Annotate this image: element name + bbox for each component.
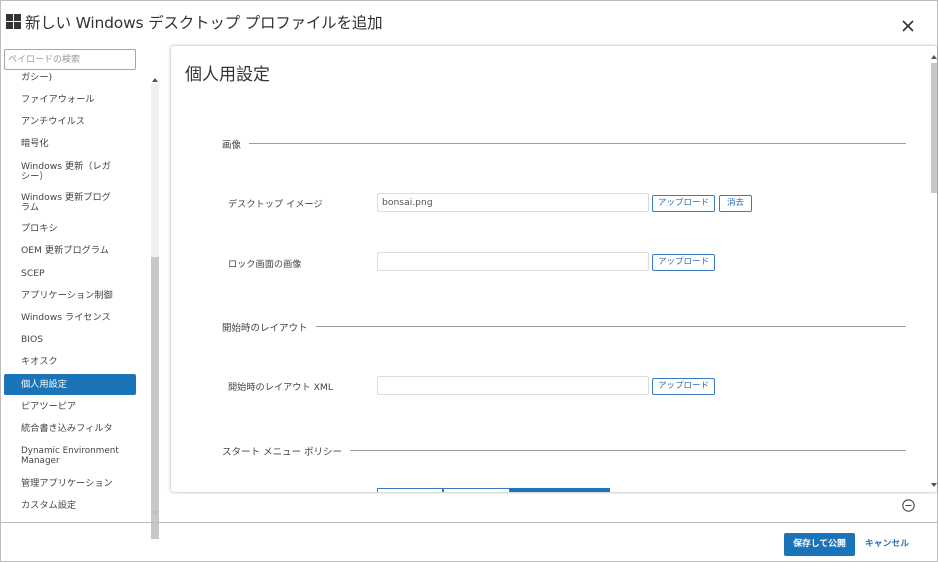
- dialog-title: 新しい Windows デスクトップ プロファイルを追加: [25, 14, 383, 32]
- dialog-header: 新しい Windows デスクトップ プロファイルを追加: [1, 1, 937, 45]
- sidebar-item-proxy[interactable]: プロキシ: [4, 224, 136, 236]
- scroll-down-arrow-icon[interactable]: [931, 483, 937, 487]
- section-divider: [222, 143, 906, 144]
- section-start-menu-policy: スタート メニュー ポリシー: [222, 444, 906, 458]
- profile-dialog: 新しい Windows デスクトップ プロファイルを追加 ガシー) ファイアウォ…: [0, 0, 938, 562]
- lock-image-upload-button[interactable]: アップロード: [652, 254, 715, 271]
- scroll-thumb[interactable]: [151, 257, 159, 539]
- segment-option-1[interactable]: [377, 488, 443, 492]
- section-label: 画像: [222, 137, 250, 151]
- sidebar-item-management-apps[interactable]: 管理アプリケーション: [4, 479, 136, 491]
- start-layout-field[interactable]: [377, 376, 649, 395]
- scroll-up-arrow-icon[interactable]: [152, 78, 158, 82]
- start-layout-upload-button[interactable]: アップロード: [652, 378, 715, 395]
- sidebar-item-bios[interactable]: BIOS: [4, 335, 136, 347]
- sidebar-item-oem-updates[interactable]: OEM 更新プログラム: [4, 246, 136, 258]
- sidebar-item-windows-update[interactable]: Windows 更新プログラム: [4, 193, 136, 215]
- sidebar-item-legacy[interactable]: ガシー): [4, 73, 136, 85]
- content-scrollbar[interactable]: [930, 53, 938, 490]
- sidebar-item-kiosk[interactable]: キオスク: [4, 357, 136, 369]
- windows-logo-icon: [6, 14, 21, 29]
- save-and-publish-button[interactable]: 保存して公開: [784, 533, 855, 556]
- sidebar-item-custom-settings[interactable]: カスタム設定: [4, 501, 136, 513]
- lock-image-label: ロック画面の画像: [228, 259, 302, 270]
- cancel-button[interactable]: キャンセル: [865, 533, 909, 556]
- sidebar-item-scep[interactable]: SCEP: [4, 269, 136, 281]
- sidebar-scrollbar[interactable]: [150, 75, 160, 539]
- section-label: 開始時のレイアウト: [222, 320, 316, 334]
- close-icon[interactable]: [900, 18, 916, 34]
- section-divider: [222, 326, 906, 327]
- sidebar-item-windows-update-legacy[interactable]: Windows 更新（レガシー）: [4, 162, 136, 184]
- payload-search-input[interactable]: [4, 49, 136, 70]
- desktop-image-clear-button[interactable]: 消去: [719, 195, 752, 212]
- sidebar-item-personalization[interactable]: 個人用設定: [4, 374, 136, 395]
- lock-image-field[interactable]: [377, 252, 649, 271]
- desktop-image-field[interactable]: bonsai.png: [377, 193, 649, 212]
- sidebar-item-peer-to-peer[interactable]: ピアツーピア: [4, 402, 136, 414]
- panel-title: 個人用設定: [185, 65, 270, 85]
- scroll-down-arrow-icon[interactable]: [152, 511, 158, 515]
- sidebar-item-unified-write-filter[interactable]: 統合書き込みフィルタ: [4, 424, 136, 436]
- scroll-thumb[interactable]: [931, 63, 937, 193]
- sidebar-item-antivirus[interactable]: アンチウイルス: [4, 117, 136, 129]
- scroll-up-arrow-icon[interactable]: [931, 55, 937, 59]
- personalization-panel: 個人用設定 画像 デスクトップ イメージ bonsai.png アップロード 消…: [171, 46, 937, 492]
- desktop-image-upload-button[interactable]: アップロード: [652, 195, 715, 212]
- segment-option-3[interactable]: [510, 488, 610, 492]
- section-label: スタート メニュー ポリシー: [222, 444, 351, 458]
- payload-sidebar: ガシー) ファイアウォール アンチウイルス 暗号化 Windows 更新（レガシ…: [1, 45, 161, 539]
- sidebar-item-encryption[interactable]: 暗号化: [4, 139, 136, 151]
- sidebar-item-application-control[interactable]: アプリケーション制御: [4, 291, 136, 303]
- sidebar-item-dynamic-environment-manager[interactable]: Dynamic Environment Manager: [4, 446, 136, 469]
- dialog-footer: 保存して公開 キャンセル: [1, 522, 937, 562]
- desktop-image-label: デスクトップ イメージ: [228, 199, 323, 210]
- sidebar-item-windows-license[interactable]: Windows ライセンス: [4, 313, 136, 325]
- section-start-layout: 開始時のレイアウト: [222, 320, 906, 334]
- collapse-minus-icon[interactable]: [902, 499, 915, 512]
- sidebar-item-firewall[interactable]: ファイアウォール: [4, 95, 136, 107]
- section-image: 画像: [222, 137, 906, 151]
- start-layout-label: 開始時のレイアウト XML: [228, 382, 333, 393]
- segment-option-2[interactable]: [443, 488, 510, 492]
